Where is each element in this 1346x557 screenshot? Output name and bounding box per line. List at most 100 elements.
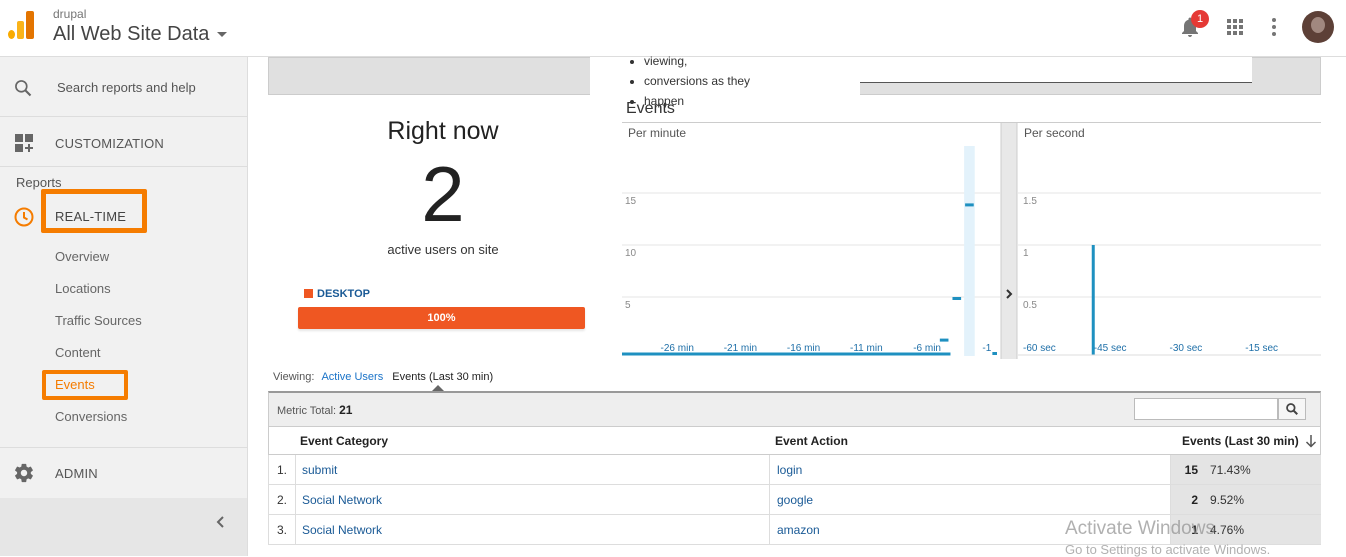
panel-splitter [1001, 123, 1017, 359]
sidebar-item-conversions[interactable]: Conversions [55, 409, 127, 424]
tip-bullet: viewing, [644, 51, 750, 71]
column-event-action[interactable]: Event Action [775, 434, 848, 448]
windows-activation-hint: Go to Settings to activate Windows. [1065, 542, 1271, 557]
caret-down-icon [217, 32, 228, 38]
current-minute-highlight [964, 146, 975, 356]
table-header: Event Category Event Action Events (Last… [268, 427, 1321, 455]
sidebar-item-locations[interactable]: Locations [55, 281, 111, 296]
column-event-category[interactable]: Event Category [300, 434, 388, 448]
x-tick-label: -15 sec [1245, 343, 1278, 354]
table-row: 1. submit login 15 71.43% [268, 455, 1321, 485]
desktop-legend-label: DESKTOP [317, 288, 370, 300]
viewing-tabs: Viewing: Active Users Events (Last 30 mi… [273, 371, 493, 383]
x-tick-label: -16 min [787, 343, 820, 354]
event-count: 2 [1170, 485, 1200, 514]
tip-bullet: conversions as they [644, 71, 750, 91]
event-percent: 9.52% [1200, 485, 1321, 514]
notification-count-badge: 1 [1191, 10, 1209, 28]
gear-icon [15, 463, 33, 483]
bar [939, 338, 949, 342]
bar [965, 203, 974, 207]
x-tick-label: -6 min [913, 343, 941, 354]
table-search-button[interactable] [1278, 398, 1306, 420]
row-index: 3. [269, 515, 296, 544]
metric-total-value: 21 [339, 403, 353, 417]
sidebar-collapse-bar[interactable] [0, 498, 247, 556]
event-category-link[interactable]: submit [296, 455, 770, 484]
y-tick-label: 5 [625, 300, 631, 311]
search-icon [15, 80, 32, 97]
event-percent: 71.43% [1200, 455, 1321, 484]
table-row: 2. Social Network google 2 9.52% [268, 485, 1321, 515]
metric-total-bar: Metric Total: 21 [268, 391, 1321, 427]
main-content: viewing, conversions as they happen Righ… [248, 54, 1346, 556]
sidebar-item-overview[interactable]: Overview [55, 249, 109, 264]
event-category-link[interactable]: Social Network [296, 515, 770, 544]
sidebar-divider [0, 166, 247, 167]
row-index: 1. [269, 455, 296, 484]
active-users-count: 2 [421, 150, 465, 238]
events-highlight [42, 370, 128, 400]
tab-active-users[interactable]: Active Users [321, 371, 383, 383]
reports-heading: Reports [16, 175, 62, 190]
event-count: 15 [1170, 455, 1200, 484]
customization-label: CUSTOMIZATION [55, 136, 165, 151]
x-tick-label: -1 [982, 343, 991, 354]
clock-icon [14, 207, 34, 227]
property-name: All Web Site Data [53, 23, 210, 45]
event-category-link[interactable]: Social Network [296, 485, 770, 514]
active-users-caption: active users on site [387, 242, 499, 257]
more-vert-icon[interactable] [1262, 15, 1286, 39]
x-tick-label: -60 sec [1023, 343, 1056, 354]
event-percent: 4.76% [1200, 515, 1321, 544]
bar [992, 352, 997, 355]
event-action-link[interactable]: google [770, 485, 1170, 514]
dashboard-icon [15, 134, 33, 152]
right-now-title: Right now [387, 117, 499, 145]
x-tick-label: -45 sec [1094, 343, 1127, 354]
sidebar-item-content[interactable]: Content [55, 345, 101, 360]
device-share-bar[interactable]: 100% [298, 307, 585, 329]
search-placeholder: Search reports and help [57, 80, 196, 95]
events-title: Events [626, 100, 675, 117]
windows-activation-watermark: Activate Windows [1065, 518, 1215, 539]
user-avatar[interactable] [1302, 11, 1334, 43]
analytics-logo-icon[interactable] [8, 11, 34, 39]
x-tick-label: -26 min [661, 343, 694, 354]
admin-label: ADMIN [55, 466, 98, 481]
y-tick-label: 1.5 [1023, 196, 1037, 207]
sidebar-divider [0, 447, 247, 448]
y-tick-label: 10 [625, 248, 637, 259]
bar [952, 297, 962, 300]
desktop-legend-swatch [304, 289, 313, 298]
metric-total: Metric Total: 21 [277, 403, 352, 417]
y-tick-label: 15 [625, 196, 637, 207]
account-name: drupal [53, 7, 87, 21]
metric-total-label: Metric Total: [277, 405, 337, 417]
tip-input-line [860, 57, 1252, 83]
event-action-link[interactable]: login [770, 455, 1170, 484]
table-search-input[interactable] [1134, 398, 1278, 420]
x-tick-label: -11 min [850, 343, 883, 354]
chevron-left-icon[interactable] [214, 515, 228, 529]
y-tick-label: 0.5 [1023, 300, 1037, 311]
viewing-label: Viewing: [273, 371, 315, 383]
row-index: 2. [269, 485, 296, 514]
top-header: drupal All Web Site Data 1 [0, 0, 1346, 57]
tab-events[interactable]: Events (Last 30 min) [392, 371, 493, 383]
tip-card: viewing, conversions as they happen [590, 54, 860, 108]
search-icon [1286, 403, 1298, 415]
y-tick-label: 1 [1023, 248, 1029, 259]
realtime-highlight [41, 189, 147, 233]
column-events-count[interactable]: Events (Last 30 min) [1182, 434, 1299, 448]
property-selector[interactable]: All Web Site Data [53, 23, 228, 46]
sort-down-icon[interactable] [1305, 434, 1317, 448]
events-charts: 15 10 5 -26 min -21 min -16 min -11 min -6 min -… [622, 123, 1321, 359]
bar [1091, 245, 1095, 355]
sidebar-search[interactable]: Search reports and help [0, 57, 247, 117]
x-tick-label: -21 min [724, 343, 757, 354]
sidebar: Search reports and help CUSTOMIZATION Re… [0, 57, 248, 556]
apps-grid-icon[interactable] [1223, 15, 1247, 39]
sidebar-item-traffic-sources[interactable]: Traffic Sources [55, 313, 142, 328]
x-tick-label: -30 sec [1170, 343, 1203, 354]
